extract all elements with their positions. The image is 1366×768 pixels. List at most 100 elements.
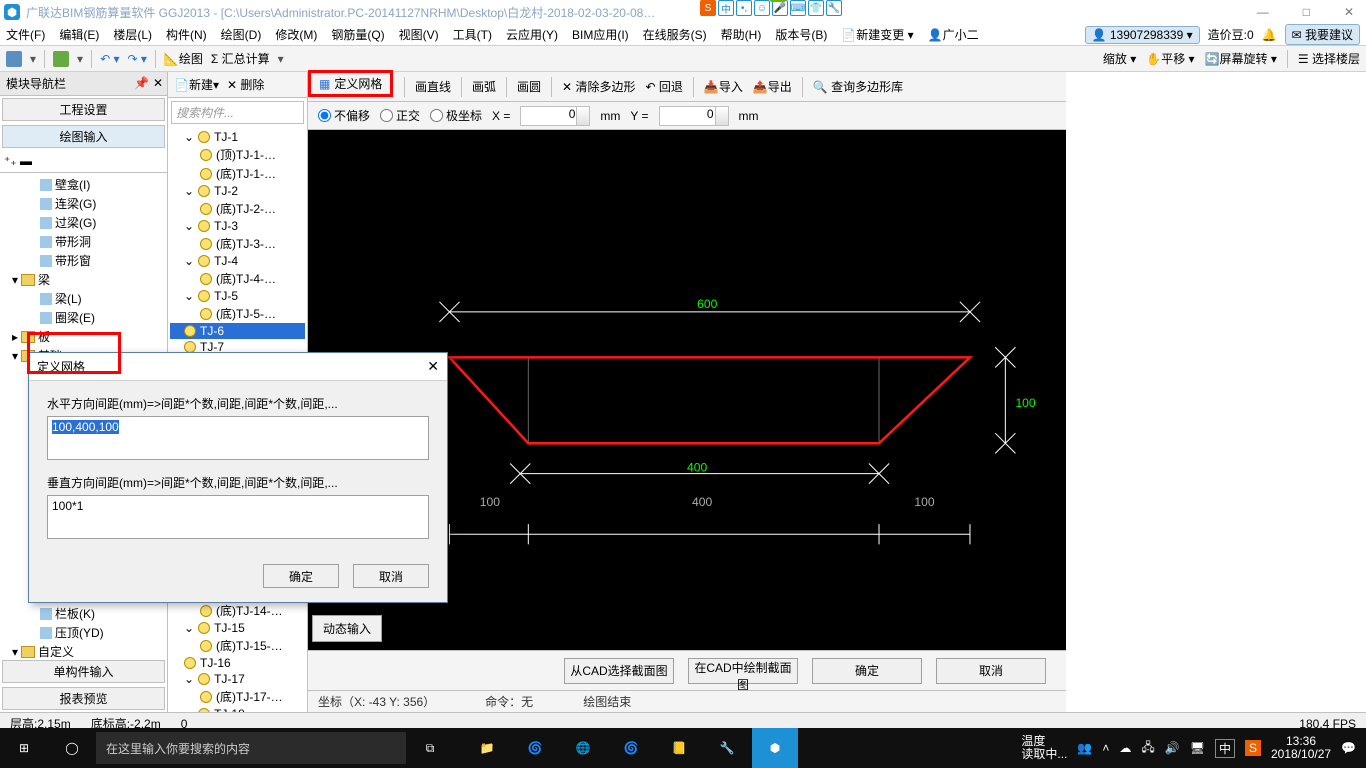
menu-modify[interactable]: 修改(M) — [275, 26, 317, 43]
draw-btn[interactable]: 📐绘图 — [164, 50, 203, 67]
task-ggj-icon[interactable]: ⬢ — [752, 728, 798, 768]
menu-draw[interactable]: 绘图(D) — [221, 26, 262, 43]
no-offset-radio[interactable]: 不偏移 — [318, 107, 370, 124]
undo-icon[interactable]: ↶ ▾ — [100, 52, 119, 66]
menu-xiaoer[interactable]: 👤广小二 — [928, 26, 979, 43]
tray-vol-icon[interactable]: 🔊 — [1165, 741, 1180, 755]
tray-sogou-icon[interactable]: S — [1245, 740, 1261, 756]
line-btn[interactable]: 画直线 — [415, 78, 451, 95]
zoom-btn[interactable]: 缩放 ▾ — [1103, 50, 1136, 67]
menu-cloud[interactable]: 云应用(Y) — [506, 26, 558, 43]
menu-bim[interactable]: BIM应用(I) — [572, 26, 629, 43]
drawinput-btn[interactable]: 绘图输入 — [2, 125, 165, 148]
phone-pill[interactable]: 👤 13907298339 ▾ — [1085, 26, 1200, 44]
ortho-radio[interactable]: 正交 — [380, 107, 420, 124]
select-floor-btn[interactable]: ☰ 选择楼层 — [1298, 50, 1360, 67]
dynamic-input-btn[interactable]: 动态输入 — [312, 615, 382, 642]
ime-dot[interactable]: •, — [736, 0, 752, 16]
ime-zhong[interactable]: 中 — [718, 0, 734, 16]
danjian-btn[interactable]: 单构件输入 — [2, 660, 165, 683]
arc-btn[interactable]: 画弧 — [472, 78, 496, 95]
task-app-icon[interactable]: 🌀 — [512, 728, 558, 768]
dialog-close-icon[interactable]: ✕ — [427, 358, 439, 375]
save-icon[interactable] — [6, 51, 22, 67]
weather-widget[interactable]: 温度读取中... — [1021, 735, 1067, 761]
tray-clock[interactable]: 13:362018/10/27 — [1271, 735, 1331, 761]
ime-mic-icon[interactable]: 🎤 — [772, 0, 788, 16]
task-explorer-icon[interactable]: 📁 — [464, 728, 510, 768]
dialog-ok-btn[interactable]: 确定 — [263, 564, 339, 588]
ok-btn[interactable]: 确定 — [812, 658, 922, 684]
undo-btn[interactable]: ↶ 回退 — [645, 78, 682, 95]
menu-tools[interactable]: 工具(T) — [453, 26, 492, 43]
import-btn[interactable]: 📥导入 — [704, 78, 743, 95]
paste-icon[interactable] — [53, 51, 69, 67]
x-input[interactable]: 0 — [520, 106, 590, 126]
task-dev-icon[interactable]: 🔧 — [704, 728, 750, 768]
dropdown-icon[interactable]: ▾ — [30, 52, 36, 66]
taskview-icon[interactable]: ⧉ — [406, 728, 454, 768]
menu-edit[interactable]: 编辑(E) — [59, 26, 99, 43]
start-button[interactable]: ⊞ — [0, 728, 48, 768]
minimize-button[interactable]: — — [1249, 3, 1277, 21]
projset-btn[interactable]: 工程设置 — [2, 98, 165, 121]
define-grid-btn[interactable]: 定义网格 — [334, 75, 382, 92]
menu-help[interactable]: 帮助(H) — [721, 26, 762, 43]
menu-rebar[interactable]: 钢筋量(Q) — [331, 26, 384, 43]
tray-people-icon[interactable]: 👥 — [1077, 741, 1092, 755]
rotate-btn[interactable]: 🔄屏幕旋转 ▾ — [1205, 50, 1277, 67]
windows-taskbar[interactable]: ⊞ ◯ 在这里输入你要搜索的内容 ⧉ 📁 🌀 🌐 🌀 📒 🔧 ⬢ 温度读取中..… — [0, 728, 1366, 768]
menu-newchange[interactable]: 📄新建变更 ▾ — [841, 26, 913, 43]
v-spacing-input[interactable] — [47, 495, 429, 539]
tray-screen-icon[interactable]: 🖥 — [1190, 741, 1205, 755]
h-spacing-label: 水平方向间距(mm)=>间距*个数,间距,间距*个数,间距,... — [47, 395, 429, 412]
cancel-btn[interactable]: 取消 — [936, 658, 1046, 684]
expand-icon[interactable]: ⁺₊ — [4, 154, 17, 168]
taskbar-search[interactable]: 在这里输入你要搜索的内容 — [96, 732, 406, 764]
report-btn[interactable]: 报表预览 — [2, 687, 165, 710]
del-btn[interactable]: ✕ 删除 — [227, 76, 264, 93]
menu-file[interactable]: 文件(F) — [6, 26, 45, 43]
tray-ime[interactable]: 中 — [1215, 739, 1235, 758]
close-button[interactable]: ✕ — [1336, 3, 1362, 21]
search-input[interactable]: 搜索构件... — [171, 101, 304, 124]
from-cad-btn[interactable]: 从CAD选择截面图 — [564, 658, 674, 684]
collapse-icon[interactable]: ▬ — [20, 154, 32, 168]
ime-smile[interactable]: ☺ — [754, 0, 770, 16]
pin-icon[interactable]: 📌 — [134, 76, 149, 90]
ime-wrench-icon[interactable]: 🔧 — [826, 0, 842, 16]
task-note-icon[interactable]: 📒 — [656, 728, 702, 768]
query-btn[interactable]: 🔍 查询多边形库 — [813, 78, 903, 95]
sum-calc-btn[interactable]: Σ 汇总计算 — [211, 50, 270, 67]
cortana-icon[interactable]: ◯ — [48, 728, 96, 768]
task-swirl-icon[interactable]: 🌀 — [608, 728, 654, 768]
menu-view[interactable]: 视图(V) — [399, 26, 439, 43]
pan-btn[interactable]: ✋平移 ▾ — [1146, 50, 1194, 67]
menu-component[interactable]: 构件(N) — [166, 26, 207, 43]
menu-floor[interactable]: 楼层(L) — [113, 26, 152, 43]
dialog-cancel-btn[interactable]: 取消 — [353, 564, 429, 588]
ime-tool-icon[interactable]: 👕 — [808, 0, 824, 16]
menu-online[interactable]: 在线服务(S) — [643, 26, 707, 43]
tray-onedrive-icon[interactable]: ☁ — [1119, 741, 1131, 755]
new-btn[interactable]: 📄新建▾ — [174, 76, 219, 93]
h-spacing-input[interactable]: 100,400,100 — [47, 416, 429, 460]
clearpoly-btn[interactable]: ✕ 清除多边形 — [562, 78, 635, 95]
tray-notif-icon[interactable]: 💬 — [1341, 741, 1356, 755]
in-cad-btn[interactable]: 在CAD中绘制截面图 — [688, 658, 798, 684]
task-ie-icon[interactable]: 🌐 — [560, 728, 606, 768]
bell-icon[interactable]: 🔔 — [1262, 28, 1277, 42]
suggest-button[interactable]: ✉ 我要建议 — [1285, 24, 1360, 45]
polar-radio[interactable]: 极坐标 — [430, 107, 482, 124]
menu-version[interactable]: 版本号(B) — [775, 26, 827, 43]
redo-icon[interactable]: ↷ ▾ — [127, 52, 146, 66]
circle-btn[interactable]: 画圆 — [517, 78, 541, 95]
export-btn[interactable]: 📤导出 — [753, 78, 792, 95]
ime-bar[interactable]: S 中 •, ☺ 🎤 ⌨ 👕 🔧 77 — [700, 0, 842, 16]
tray-up-icon[interactable]: ˄ — [1102, 741, 1109, 755]
tray-net-icon[interactable]: 🖧 — [1141, 738, 1154, 759]
maximize-button[interactable]: □ — [1295, 3, 1318, 21]
nav-close-icon[interactable]: ✕ — [153, 76, 163, 90]
ime-kbd-icon[interactable]: ⌨ — [790, 0, 806, 16]
y-input[interactable]: 0 — [659, 106, 729, 126]
